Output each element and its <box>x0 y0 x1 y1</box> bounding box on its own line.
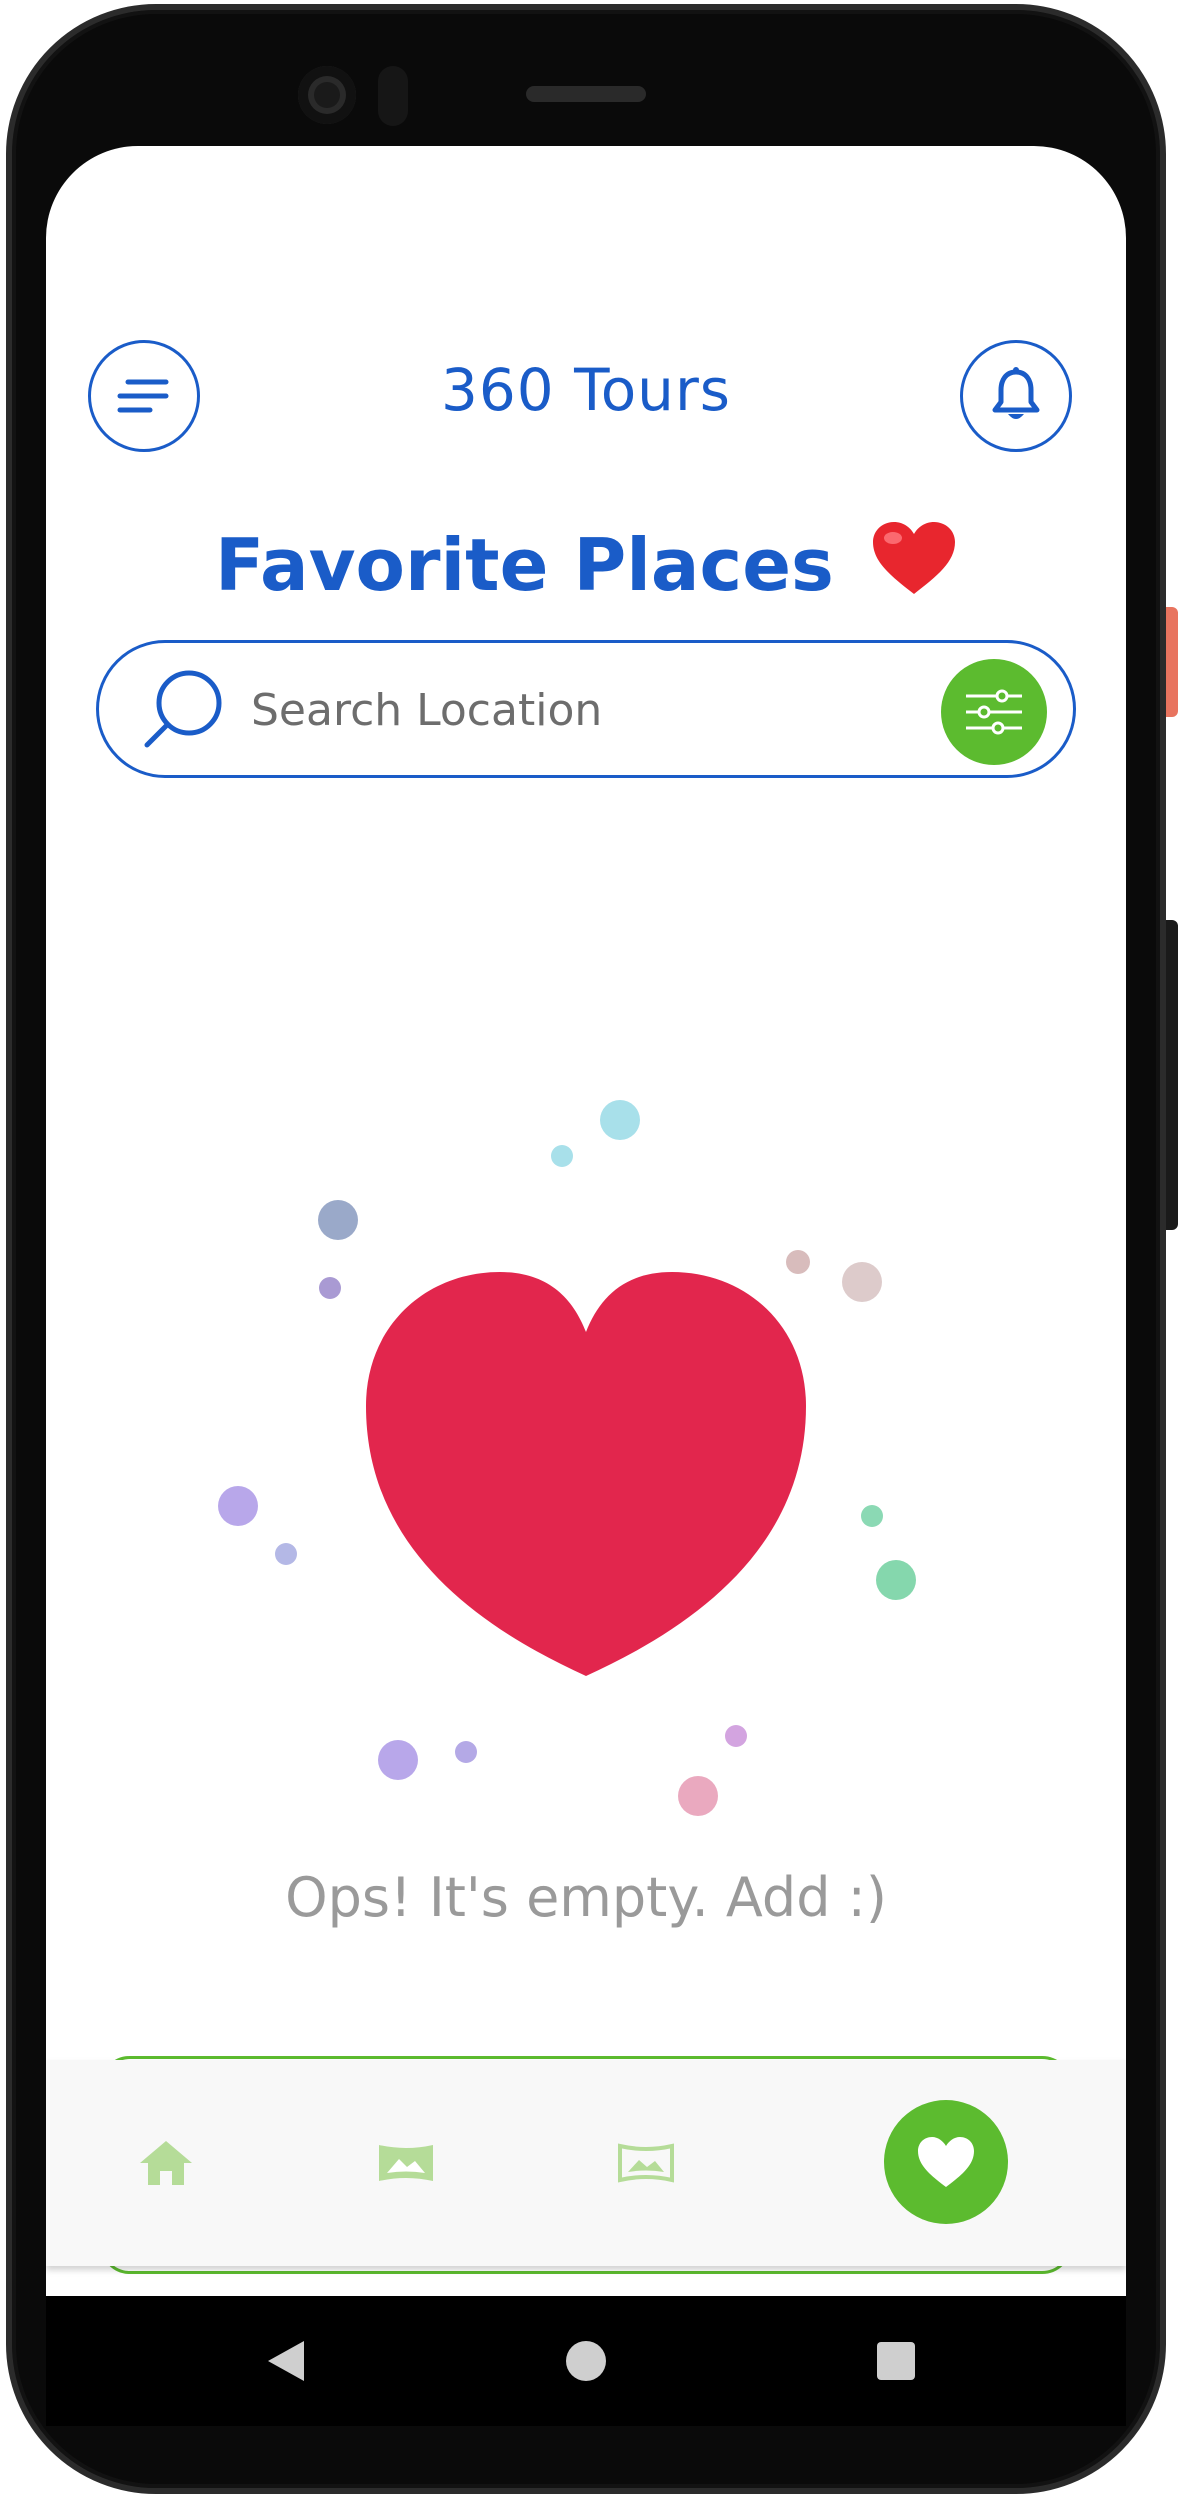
home-circle-icon <box>566 2341 606 2381</box>
page-title-text: Favorite Places <box>215 523 834 607</box>
heart-emoji-icon <box>871 520 957 613</box>
home-icon <box>140 2141 192 2185</box>
search-input[interactable] <box>249 667 869 753</box>
bottom-nav-bar <box>46 2060 1126 2266</box>
system-home-button[interactable] <box>546 2296 626 2426</box>
bottom-navigation <box>46 2056 1126 2274</box>
nav-favorites-button[interactable] <box>884 2100 1008 2224</box>
big-heart-icon <box>366 1272 806 1676</box>
nav-home-button[interactable] <box>116 2060 216 2266</box>
top-bar: 360 Tours <box>46 146 1126 496</box>
nav-gallery-button[interactable] <box>356 2060 456 2266</box>
proximity-sensor <box>378 66 408 126</box>
phone-frame: 360 Tours Favorite Places Search Locatio… <box>0 0 1178 2498</box>
search-icon <box>144 670 222 748</box>
recents-square-icon <box>877 2342 915 2380</box>
earpiece-speaker <box>526 86 646 102</box>
app-screen: 360 Tours Favorite Places Search Locatio… <box>46 146 1126 2296</box>
system-back-button[interactable] <box>246 2296 326 2426</box>
front-camera <box>298 66 356 124</box>
heart-icon <box>918 2137 974 2187</box>
panorama-outline-icon <box>618 2143 674 2183</box>
empty-state-message: Ops! It's empty. Add :) <box>285 1866 887 1929</box>
volume-button <box>1166 920 1178 1230</box>
back-triangle-icon <box>268 2341 304 2381</box>
system-navigation-bar <box>46 2296 1126 2426</box>
notifications-button[interactable] <box>960 340 1072 452</box>
nav-tours-button[interactable] <box>596 2060 696 2266</box>
search-bar <box>96 640 1076 778</box>
empty-favorites-illustration <box>218 1100 916 1816</box>
page-title: Favorite Places <box>46 520 1126 613</box>
system-recents-button[interactable] <box>856 2296 936 2426</box>
power-button <box>1166 607 1178 717</box>
panorama-icon <box>379 2145 433 2181</box>
filter-button[interactable] <box>941 659 1047 765</box>
sliders-icon <box>966 689 1022 735</box>
bell-icon <box>992 367 1040 419</box>
